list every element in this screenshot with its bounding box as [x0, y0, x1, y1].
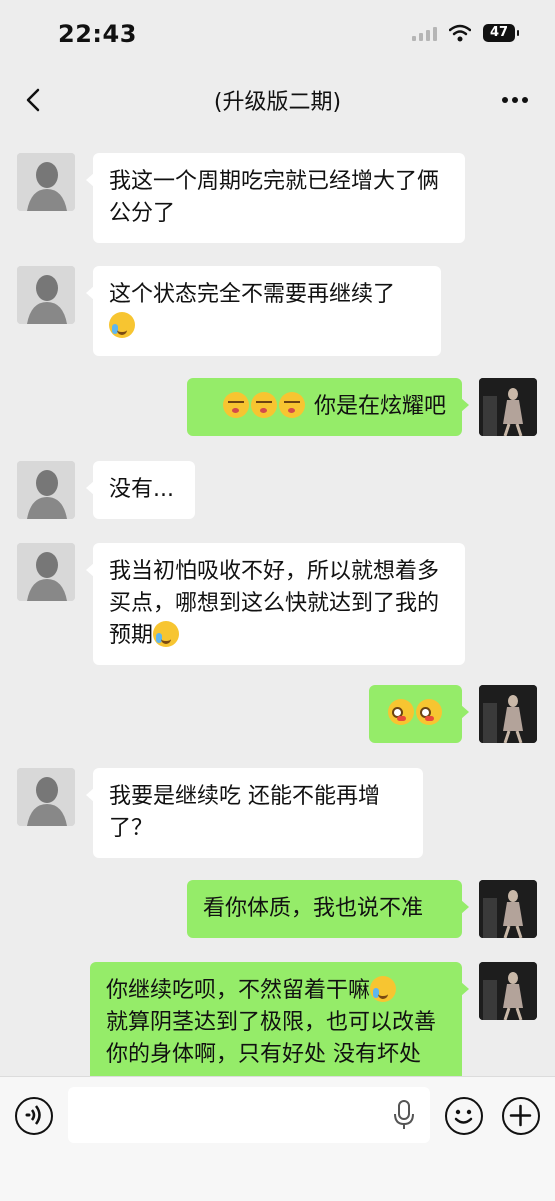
message-input[interactable]: [68, 1087, 430, 1143]
message-bubble[interactable]: 这个状态完全不需要再继续了: [86, 266, 441, 356]
bust-avatar-icon: [17, 543, 75, 601]
voice-icon[interactable]: [15, 1097, 53, 1135]
message-text: 没有...: [109, 477, 174, 502]
kissing-face-icon: [278, 392, 305, 418]
message-text: 你是在炫耀吧: [313, 394, 446, 419]
status-icons: 47: [412, 24, 519, 42]
bust-avatar-icon: [17, 768, 75, 826]
microphone-icon[interactable]: [392, 1099, 416, 1131]
avatar[interactable]: [479, 962, 537, 1020]
battery-level: 47: [489, 25, 509, 40]
dancer-avatar-icon: [479, 880, 537, 938]
avatar[interactable]: [479, 880, 537, 938]
message-bubble[interactable]: 看你体质，我也说不准: [187, 880, 469, 938]
blushing-face-icon: [415, 699, 442, 725]
message-bubble[interactable]: 我要是继续吃 还能不能再增了？: [86, 768, 423, 858]
avatar[interactable]: [17, 153, 75, 211]
wifi-icon: [449, 24, 471, 42]
emoji-icon[interactable]: [445, 1097, 483, 1135]
message-text: 我这一个周期吃完就已经增大了俩公分了: [109, 169, 440, 226]
message-bubble[interactable]: 你是在炫耀吧: [187, 378, 469, 436]
message-bubble[interactable]: [369, 685, 469, 743]
crying-laughing-icon: [153, 621, 180, 647]
chat-area[interactable]: 我这一个周期吃完就已经增大了俩公分了 这个状态完全不需要再继续了 你是在炫耀吧 …: [0, 128, 555, 1076]
more-dots-icon[interactable]: [497, 82, 533, 118]
avatar[interactable]: [17, 266, 75, 324]
message-text: 我要是继续吃 还能不能再增了？: [109, 784, 380, 841]
avatar[interactable]: [479, 685, 537, 743]
nav-bar: (升级版二期): [0, 72, 555, 128]
avatar[interactable]: [17, 543, 75, 601]
battery-icon: 47: [483, 24, 519, 42]
status-bar: 22:43 47: [0, 0, 555, 72]
status-time: 22:43: [58, 20, 137, 48]
message-bubble[interactable]: 我这一个周期吃完就已经增大了俩公分了: [86, 153, 465, 243]
blushing-face-icon: [387, 699, 414, 725]
signal-icon: [412, 25, 437, 41]
plus-icon[interactable]: [502, 1097, 540, 1135]
avatar[interactable]: [479, 378, 537, 436]
dancer-avatar-icon: [479, 685, 537, 743]
message-bubble[interactable]: 我当初怕吸收不好，所以就想着多买点，哪想到这么快就达到了我的预期: [86, 543, 465, 665]
dancer-avatar-icon: [479, 962, 537, 1020]
page-title: (升级版二期): [213, 90, 342, 115]
message-text: 就算阴茎达到了极限，也可以改善你的身体啊，只有好处 没有坏处: [106, 1010, 437, 1067]
crying-laughing-icon: [109, 312, 135, 338]
input-bar: [0, 1076, 555, 1201]
message-text: 这个状态完全不需要再继续了: [109, 282, 396, 307]
crying-laughing-icon: [370, 976, 397, 1002]
message-text: 看你体质，我也说不准: [203, 896, 424, 921]
dancer-avatar-icon: [479, 378, 537, 436]
bust-avatar-icon: [17, 153, 75, 211]
bust-avatar-icon: [17, 266, 75, 324]
kissing-face-icon: [250, 392, 277, 418]
kissing-face-icon: [222, 392, 249, 418]
avatar[interactable]: [17, 461, 75, 519]
message-bubble[interactable]: 没有...: [86, 461, 195, 519]
avatar[interactable]: [17, 768, 75, 826]
message-bubble[interactable]: 你继续吃呗，不然留着干嘛 就算阴茎达到了极限，也可以改善你的身体啊，只有好处 没…: [90, 962, 469, 1076]
bust-avatar-icon: [17, 461, 75, 519]
message-text: 你继续吃呗，不然留着干嘛: [106, 978, 371, 1003]
